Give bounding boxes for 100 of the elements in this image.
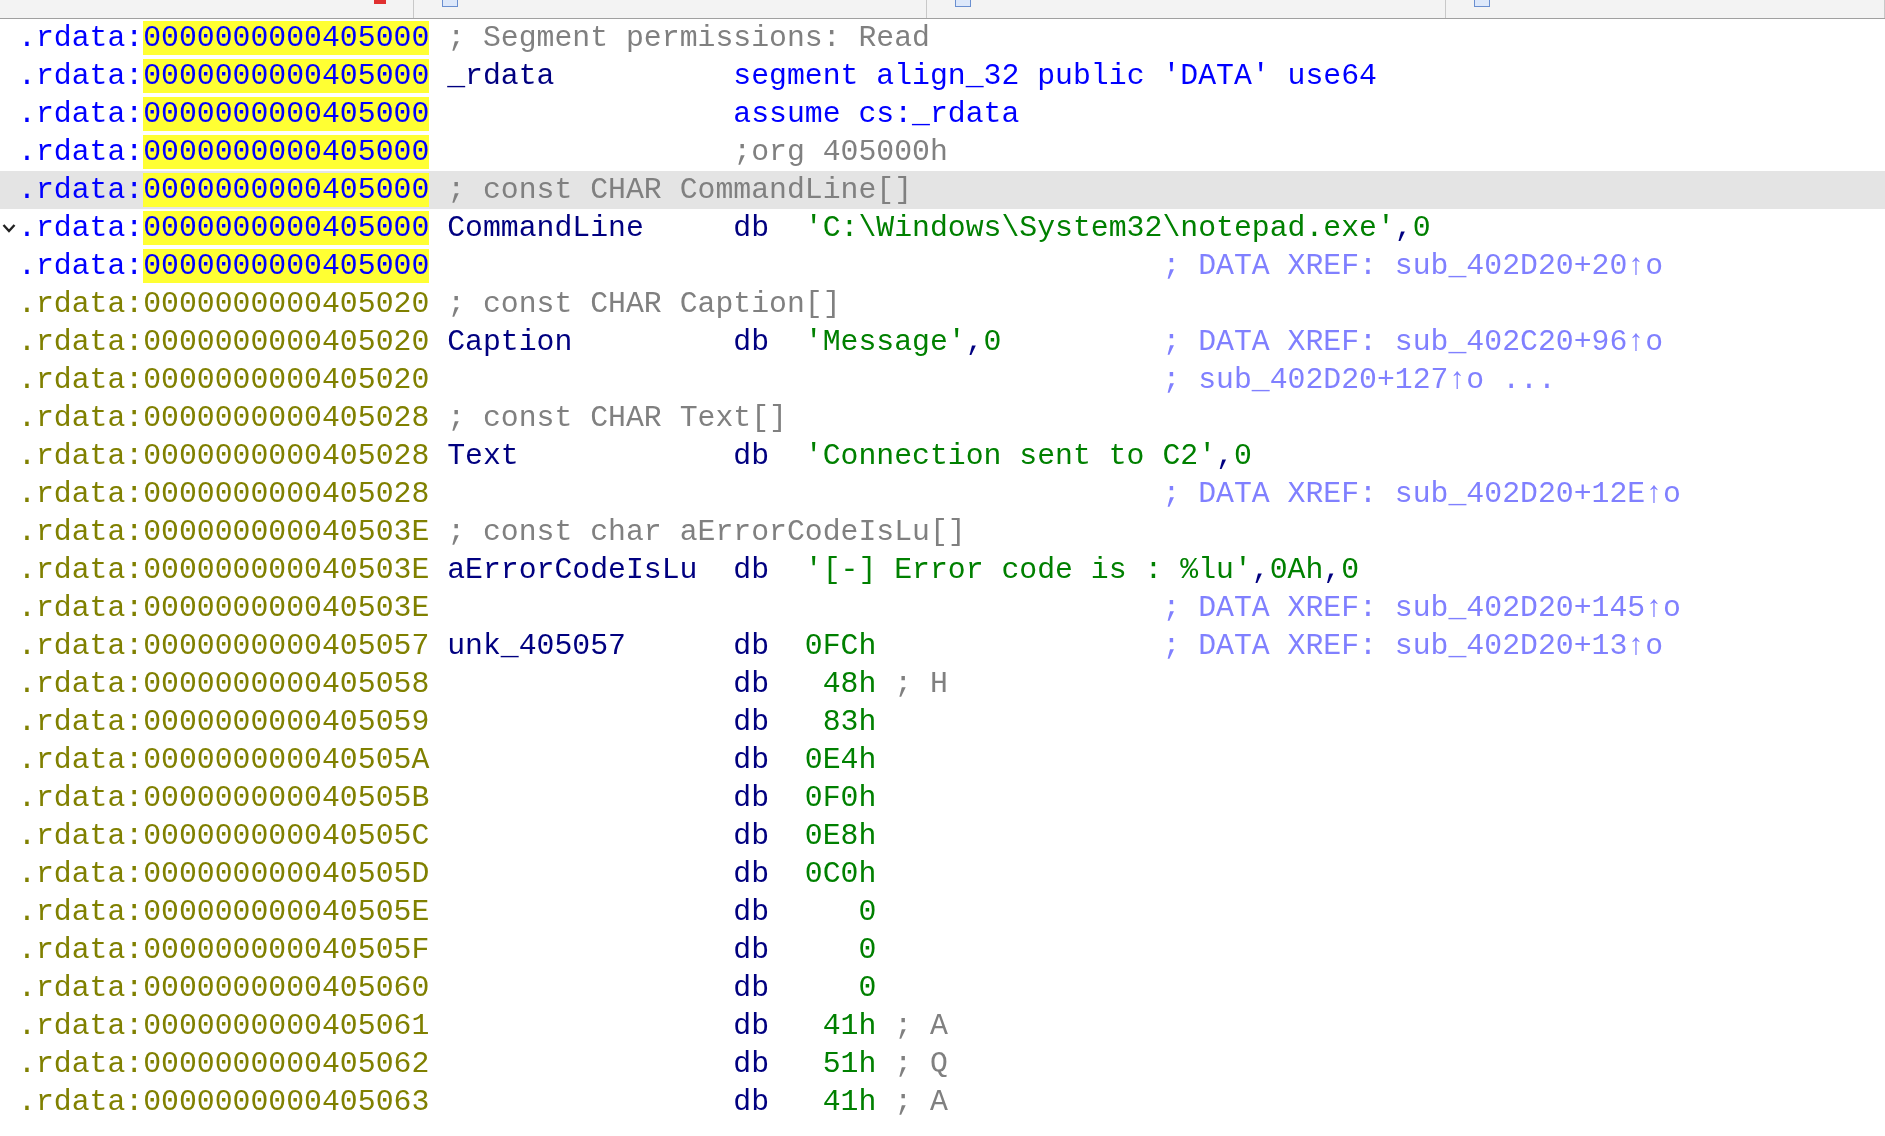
listing-row[interactable]: .rdata:000000000040503E ; DATA XREF: sub_402D20+145↑o	[0, 589, 1885, 627]
listing-row[interactable]: .rdata:0000000000405000 assume cs:_rdata	[0, 95, 1885, 133]
listing-row[interactable]: .rdata:000000000040505D db 0C0h	[0, 855, 1885, 893]
address: 0000000000405000	[143, 249, 430, 283]
mnemonic: db	[733, 439, 769, 473]
address: 0000000000405020	[143, 363, 430, 397]
address: 0000000000405063	[143, 1085, 430, 1119]
segment-name: .rdata:	[18, 895, 144, 929]
directive: ;org 405000h	[733, 135, 948, 169]
xref-comment: ; DATA XREF: sub_402C20+96↑o	[1162, 325, 1664, 359]
listing-row[interactable]: .rdata:000000000040503E ; const char aErrorCodeIsLu[]	[0, 513, 1885, 551]
address: 0000000000405000	[143, 173, 430, 207]
segment-name: .rdata:	[18, 1009, 144, 1043]
label-name[interactable]: CommandLine	[447, 211, 644, 245]
listing-row[interactable]: .rdata:0000000000405028 ; DATA XREF: sub_402D20+12E↑o	[0, 475, 1885, 513]
listing-row[interactable]: .rdata:0000000000405028 Text db 'Connection sent to C2',0	[0, 437, 1885, 475]
selected-listing-row[interactable]: .rdata:0000000000405000 ; const CHAR CommandLine[]	[0, 171, 1885, 209]
segment-name: .rdata:	[18, 401, 144, 435]
directive: assume cs:_rdata	[733, 97, 1020, 131]
comment: ; A	[894, 1085, 948, 1119]
tab-icon	[441, 0, 458, 7]
listing-row[interactable]: .rdata:000000000040505E db 0	[0, 893, 1885, 931]
segment-name: .rdata:	[18, 591, 144, 625]
listing-row[interactable]: .rdata:0000000000405061 db 41h ; A	[0, 1007, 1885, 1045]
operand: 0FCh	[804, 629, 877, 663]
segment-name: .rdata:	[18, 135, 144, 169]
listing-row[interactable]: .rdata:0000000000405000 ; DATA XREF: sub_402D20+20↑o	[0, 247, 1885, 285]
label-name[interactable]: unk_405057	[447, 629, 626, 663]
listing-row[interactable]: .rdata:0000000000405059 db 83h	[0, 703, 1885, 741]
comment: ; const CHAR Caption[]	[447, 287, 841, 321]
operand: 48h	[821, 667, 877, 701]
listing-row[interactable]: .rdata:0000000000405060 db 0	[0, 969, 1885, 1007]
comment: ; A	[894, 1009, 948, 1043]
mnemonic: db	[733, 743, 769, 777]
listing-row[interactable]: .rdata:0000000000405000 ;org 405000h	[0, 133, 1885, 171]
listing-row[interactable]: .rdata:0000000000405058 db 48h ; H	[0, 665, 1885, 703]
address: 000000000040505A	[143, 743, 430, 777]
listing-row[interactable]: .rdata:0000000000405062 db 51h ; Q	[0, 1045, 1885, 1083]
operand: '[-] Error code is : %lu',0Ah,0	[804, 553, 1360, 587]
listing-row[interactable]: .rdata:0000000000405063 db 41h ; A	[0, 1083, 1885, 1121]
operand: 'C:\Windows\System32\notepad.exe',0	[804, 211, 1431, 245]
segment-name: .rdata:	[18, 97, 144, 131]
address: 0000000000405059	[143, 705, 430, 739]
listing-row[interactable]: .rdata:0000000000405020 Caption db 'Message',0 ; DATA XREF: sub_402C20+96↑o	[0, 323, 1885, 361]
address: 000000000040505B	[143, 781, 430, 815]
address: 0000000000405020	[143, 325, 430, 359]
mnemonic: db	[733, 781, 769, 815]
listing-row[interactable]: .rdata:0000000000405000 CommandLine db 'C:\Windows\System32\notepad.exe',0	[0, 209, 1885, 247]
listing-row[interactable]: .rdata:0000000000405000 ; Segment permissions: Read	[0, 19, 1885, 57]
operand: 83h	[821, 705, 877, 739]
listing-row[interactable]: .rdata:0000000000405028 ; const CHAR Text[]	[0, 399, 1885, 437]
segment-name: .rdata:	[18, 857, 144, 891]
segment-name: .rdata:	[18, 287, 144, 321]
mnemonic: db	[733, 667, 769, 701]
segment-name: .rdata:	[18, 439, 144, 473]
comment: ; Segment permissions: Read	[447, 21, 930, 55]
label-name[interactable]: Text	[447, 439, 519, 473]
mnemonic: db	[733, 895, 769, 929]
listing-row[interactable]: .rdata:000000000040503E aErrorCodeIsLu db '[-] Error code is : %lu',0Ah,0	[0, 551, 1885, 589]
label-name[interactable]: aErrorCodeIsLu	[447, 553, 698, 587]
comment: ; const CHAR CommandLine[]	[447, 173, 913, 207]
address: 0000000000405000	[143, 97, 430, 131]
listing-row[interactable]: .rdata:000000000040505B db 0F0h	[0, 779, 1885, 817]
address: 000000000040505F	[143, 933, 430, 967]
tab-marker-icon	[374, 0, 386, 4]
segment-name: .rdata:	[18, 363, 144, 397]
label-name[interactable]: Caption	[447, 325, 573, 359]
operand: 0	[857, 895, 877, 929]
mnemonic: db	[733, 211, 769, 245]
xref-comment: ; DATA XREF: sub_402D20+20↑o	[1162, 249, 1664, 283]
operand: 0	[857, 971, 877, 1005]
label-name[interactable]: _rdata	[447, 59, 555, 93]
operand: 51h	[821, 1047, 877, 1081]
segment-name: .rdata:	[18, 743, 144, 777]
operand: 0	[857, 933, 877, 967]
mnemonic: db	[733, 705, 769, 739]
xref-comment: ; sub_402D20+127↑o ...	[1162, 363, 1556, 397]
operand: 0C0h	[804, 857, 877, 891]
mnemonic: db	[733, 933, 769, 967]
address: 0000000000405062	[143, 1047, 430, 1081]
mnemonic: db	[733, 857, 769, 891]
segment-name: .rdata:	[18, 173, 144, 207]
xref-comment: ; DATA XREF: sub_402D20+145↑o	[1162, 591, 1681, 625]
address: 000000000040505C	[143, 819, 430, 853]
listing-row[interactable]: .rdata:0000000000405020 ; const CHAR Caption[]	[0, 285, 1885, 323]
listing-row[interactable]: .rdata:000000000040505C db 0E8h	[0, 817, 1885, 855]
mnemonic: db	[733, 819, 769, 853]
mnemonic: db	[733, 325, 769, 359]
directive: segment align_32 public 'DATA' use64	[733, 59, 1377, 93]
segment-name: .rdata:	[18, 667, 144, 701]
collapse-caret-icon[interactable]	[2, 223, 16, 233]
listing-row[interactable]: .rdata:0000000000405020 ; sub_402D20+127↑o ...	[0, 361, 1885, 399]
address: 0000000000405060	[143, 971, 430, 1005]
listing-row[interactable]: .rdata:0000000000405000 _rdata segment align_32 public 'DATA' use64	[0, 57, 1885, 95]
listing-row[interactable]: .rdata:0000000000405057 unk_405057 db 0FCh ; DATA XREF: sub_402D20+13↑o	[0, 627, 1885, 665]
listing-row[interactable]: .rdata:000000000040505A db 0E4h	[0, 741, 1885, 779]
listing-row[interactable]: .rdata:000000000040505F db 0	[0, 931, 1885, 969]
operand: 'Connection sent to C2',0	[804, 439, 1252, 473]
segment-name: .rdata:	[18, 933, 144, 967]
segment-name: .rdata:	[18, 629, 144, 663]
